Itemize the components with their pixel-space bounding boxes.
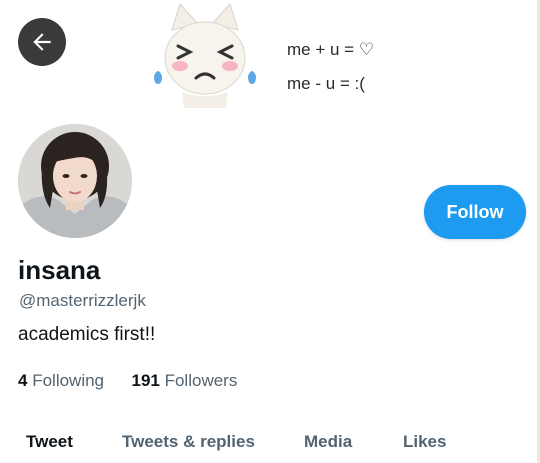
profile-name: insana — [18, 255, 101, 285]
avatar-photo — [18, 124, 132, 238]
profile-stats: 4 Following 191 Followers — [18, 371, 237, 391]
followers-link[interactable]: 191 Followers — [131, 371, 237, 390]
back-button[interactable] — [18, 18, 66, 66]
following-count: 4 — [18, 371, 28, 390]
banner-text-line-1: me + u = ♡ — [287, 40, 375, 59]
arrow-left-icon — [33, 33, 51, 51]
profile-tabs: Tweet Tweets & replies Media Likes — [0, 422, 540, 463]
following-label: Following — [32, 371, 105, 390]
crying-cat-illustration — [154, 3, 256, 108]
banner-text-line-2: me - u = :( — [287, 74, 365, 93]
followers-label: Followers — [164, 371, 238, 390]
follow-button[interactable]: Follow — [424, 185, 526, 239]
profile-bio: academics first!! — [18, 324, 156, 345]
tab-media[interactable]: Media — [304, 432, 352, 452]
following-link[interactable]: 4 Following — [18, 371, 109, 390]
profile-handle: @masterrizzlerjk — [19, 291, 146, 310]
followers-count: 191 — [131, 371, 160, 390]
avatar[interactable] — [14, 120, 136, 242]
tab-likes[interactable]: Likes — [403, 432, 446, 452]
tab-tweets-replies[interactable]: Tweets & replies — [122, 432, 255, 452]
tab-tweet[interactable]: Tweet — [26, 432, 73, 452]
